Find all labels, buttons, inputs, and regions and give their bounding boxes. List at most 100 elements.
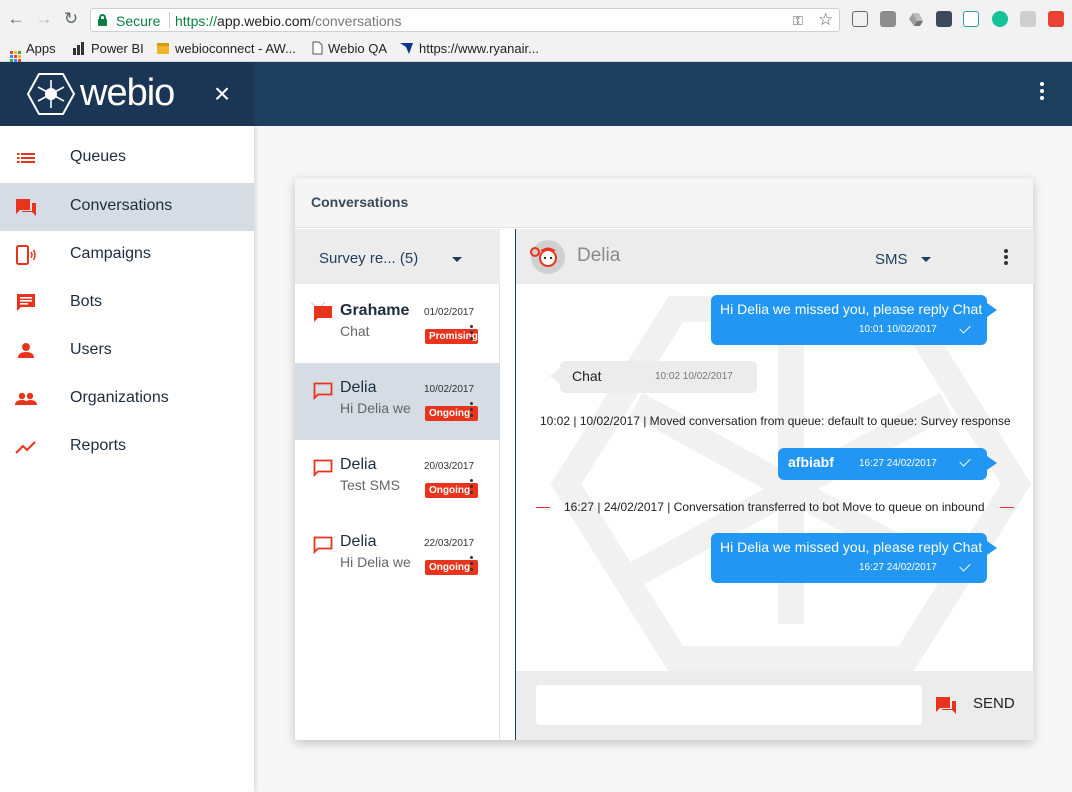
extension-icon[interactable] [880, 11, 896, 27]
message-text: afbiabf [788, 454, 834, 470]
main-content: Conversations Survey re... (5) Grahame C… [254, 126, 1072, 792]
sidebar-nav: Queues Conversations Campaigns Bots User… [0, 126, 254, 792]
conversation-item[interactable]: Delia Test SMS 20/03/2017 Ongoing [295, 440, 500, 517]
sidebar-item-reports[interactable]: Reports [0, 423, 254, 471]
conversation-preview: Hi Delia we missed you [340, 400, 412, 416]
package-icon [156, 41, 170, 58]
bookmark-webio-qa[interactable]: Webio QA [312, 41, 387, 58]
check-icon [959, 322, 971, 334]
key-icon[interactable]: ⚿ [793, 13, 803, 29]
apps-grid-icon [10, 51, 21, 62]
sidebar-item-campaigns[interactable]: Campaigns [0, 231, 254, 279]
trending-icon [15, 441, 36, 454]
message-text: Chat [572, 368, 602, 384]
url-path: /conversations [311, 13, 402, 29]
ryanair-icon [399, 41, 414, 58]
message-time: 16:27 24/02/2017 [859, 562, 937, 573]
conversation-preview: Test SMS [340, 477, 400, 493]
check-icon [959, 560, 971, 572]
bookmark-label: Webio QA [328, 41, 388, 56]
bookmarks-bar: Apps Power BI webioconnect - AW... Webio… [0, 38, 1072, 62]
bookmark-star-icon[interactable]: ☆ [818, 10, 833, 30]
sidebar-item-label: Reports [70, 437, 127, 454]
outline-chat-icon [313, 536, 333, 554]
send-button[interactable]: SEND [973, 695, 1015, 712]
conversation-date: 20/03/2017 [424, 461, 475, 472]
send-chat-icon[interactable] [935, 695, 957, 715]
browser-toolbar: ← → ↻ Secure https://app.webio.com/conve… [0, 0, 1072, 38]
forward-arrow-icon[interactable]: → [34, 9, 54, 29]
conversation-item[interactable]: Grahame Chat 01/02/2017 Promising [295, 286, 500, 363]
message-time: 10:02 10/02/2017 [655, 371, 733, 382]
app-header: webio × [0, 62, 1072, 126]
webio-logo-icon [26, 73, 76, 115]
grammarly-icon[interactable] [992, 11, 1008, 27]
queue-selector[interactable]: Survey re... (5) [295, 229, 500, 284]
conversation-more-icon[interactable] [470, 325, 474, 345]
conversations-panel: Conversations Survey re... (5) Grahame C… [295, 178, 1034, 740]
conversation-item[interactable]: Delia Hi Delia we missed you 22/03/2017 … [295, 517, 500, 594]
reload-icon[interactable]: ↻ [61, 9, 81, 29]
system-message: 16:27 | 24/02/2017 | Conversation transf… [564, 500, 985, 514]
document-icon [312, 41, 323, 58]
sidebar-item-label: Campaigns [70, 245, 151, 262]
conversation-preview: Hi Delia we missed you [340, 554, 412, 570]
sidebar-item-label: Queues [70, 148, 127, 165]
conversation-preview: Chat [340, 323, 370, 339]
message-text: Hi Delia we missed you, please reply Cha… [720, 539, 983, 555]
sidebar-item-conversations[interactable]: Conversations [0, 183, 254, 231]
group-icon [15, 392, 37, 405]
close-menu-icon[interactable]: × [211, 80, 233, 108]
conversation-more-icon[interactable] [470, 402, 474, 422]
outgoing-message: Hi Delia we missed you, please reply Cha… [711, 533, 997, 583]
drive-icon[interactable] [908, 11, 924, 27]
conversation-name: Grahame [340, 302, 410, 319]
conversation-more-icon[interactable] [470, 479, 474, 499]
bookmark-apps[interactable]: Apps [10, 41, 56, 62]
bookmark-label: Apps [26, 41, 56, 56]
sidebar-item-users[interactable]: Users [0, 327, 254, 375]
sidebar-item-queues[interactable]: Queues [0, 134, 254, 182]
check-icon [959, 455, 971, 467]
bookmark-label: Power BI [91, 41, 144, 56]
contact-avatar-icon [530, 240, 565, 274]
url-text[interactable]: https://app.webio.com/conversations [175, 13, 401, 29]
red-extension-icon[interactable] [1048, 11, 1064, 27]
outline-chat-icon [313, 459, 333, 477]
channel-selector[interactable]: SMS [875, 251, 908, 268]
filled-chat-icon [314, 306, 332, 322]
conversation-name: Delia [340, 379, 377, 396]
logo-area: webio × [0, 62, 254, 126]
phone-ring-icon [16, 245, 36, 265]
compose-bar: SEND [516, 671, 1034, 740]
outgoing-message: Hi Delia we missed you, please reply Cha… [711, 295, 997, 345]
back-arrow-icon[interactable]: ← [6, 9, 26, 29]
bookmark-power-bi[interactable]: Power BI [72, 41, 144, 58]
bookmark-ryanair[interactable]: https://www.ryanair... [399, 41, 539, 58]
message-time: 16:27 24/02/2017 [859, 458, 937, 469]
chat-more-icon[interactable] [1001, 249, 1011, 269]
caret-down-icon[interactable] [921, 257, 931, 262]
list-icon [17, 153, 35, 163]
panel-title: Conversations [311, 194, 409, 210]
bookmark-label: https://www.ryanair... [419, 41, 539, 56]
cast-icon[interactable] [852, 11, 868, 27]
conversation-more-icon[interactable] [470, 556, 474, 576]
conversation-name: Delia [340, 456, 377, 473]
outline-chat-icon [313, 382, 333, 400]
outgoing-message: afbiabf 16:27 24/02/2017 [778, 448, 997, 480]
message-input[interactable] [536, 685, 922, 725]
w-extension-icon[interactable] [963, 11, 979, 27]
sidebar-item-bots[interactable]: Bots [0, 279, 254, 327]
brand-name: webio [80, 72, 175, 114]
sidebar-item-organizations[interactable]: Organizations [0, 375, 254, 423]
sidebar-item-label: Conversations [70, 197, 173, 214]
more-extension-icon[interactable] [936, 11, 952, 27]
address-bar[interactable]: Secure https://app.webio.com/conversatio… [90, 8, 840, 32]
bookmark-label: webioconnect - AW... [175, 41, 296, 56]
g-extension-icon[interactable] [1020, 11, 1036, 27]
conversation-item[interactable]: Delia Hi Delia we missed you 10/02/2017 … [295, 363, 500, 440]
caret-down-icon [452, 257, 462, 262]
header-more-icon[interactable] [1036, 82, 1048, 106]
bookmark-webioconnect[interactable]: webioconnect - AW... [156, 41, 296, 58]
